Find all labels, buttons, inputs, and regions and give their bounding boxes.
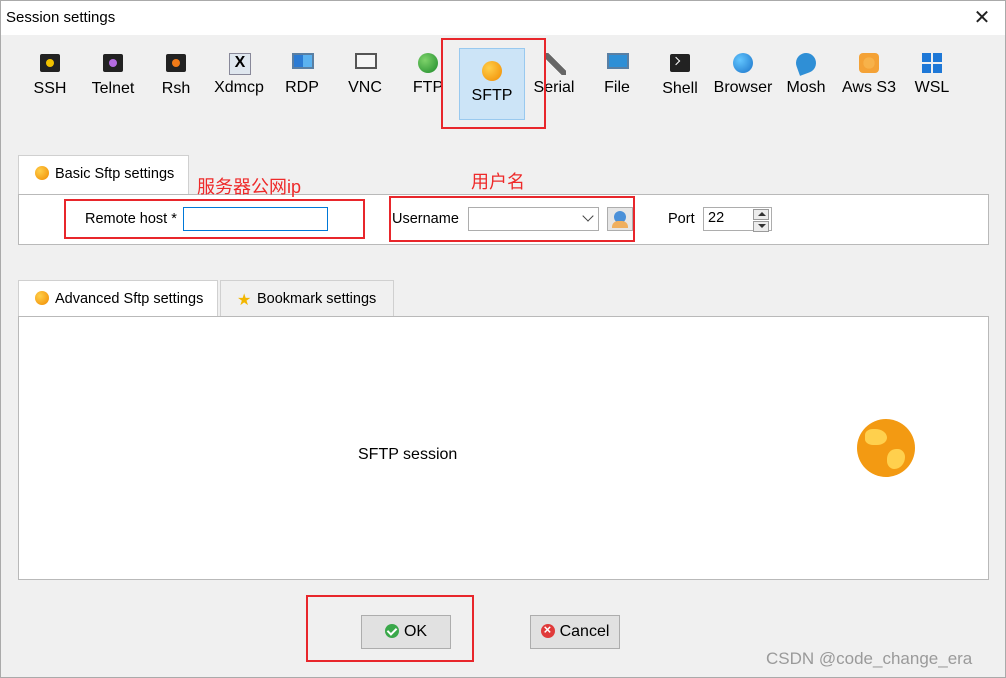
protocol-mosh[interactable]: Mosh [774, 50, 838, 97]
protocol-label: Telnet [91, 80, 135, 97]
protocol-file[interactable]: File [585, 53, 649, 97]
window-title: Session settings [6, 9, 116, 26]
port-value[interactable]: 22 [708, 210, 724, 226]
protocol-label: Aws S3 [842, 79, 896, 96]
tab-label: Basic Sftp settings [55, 166, 175, 182]
protocol-label: SSH [33, 80, 67, 97]
protocol-label: Mosh [786, 79, 826, 96]
protocol-vnc[interactable]: VNC [333, 53, 397, 97]
annotation-username: 用户名 [471, 172, 525, 192]
protocol-rdp[interactable]: RDP [270, 53, 334, 97]
sftp-icon [35, 291, 49, 305]
protocol-label: Browser [713, 79, 773, 96]
protocol-label: Xdmcp [214, 79, 264, 96]
wsl-icon [922, 53, 942, 73]
ftp-icon [418, 53, 438, 73]
mosh-icon [793, 50, 819, 76]
session-settings-window: Session settings ✕ SSH Telnet Rsh X Xdmc… [0, 0, 1006, 678]
protocol-label: WSL [914, 79, 950, 96]
remote-host-highlight-box [64, 199, 365, 239]
xdmcp-icon: X [229, 53, 251, 75]
sftp-icon [35, 166, 49, 180]
serial-icon [544, 53, 566, 75]
shell-icon [670, 54, 690, 74]
protocol-label: RDP [285, 79, 319, 96]
protocol-label: File [604, 79, 630, 96]
tab-label: Bookmark settings [257, 291, 377, 307]
protocol-label: VNC [348, 79, 382, 96]
annotation-server-ip: 服务器公网ip [197, 177, 302, 197]
protocol-telnet[interactable]: Telnet [81, 53, 145, 98]
protocol-shell[interactable]: Shell [648, 53, 712, 98]
sftp-highlight-box [441, 38, 546, 129]
protocol-ssh[interactable]: SSH [18, 53, 82, 98]
protocol-wsl[interactable]: WSL [900, 53, 964, 97]
spin-up-icon[interactable] [753, 209, 769, 220]
protocol-label: Rsh [161, 80, 191, 97]
port-label: Port [668, 211, 695, 227]
tab-bookmark-settings[interactable]: ★ Bookmark settings [220, 280, 394, 318]
tab-label: Advanced Sftp settings [55, 291, 204, 307]
session-panel: SFTP session [18, 316, 989, 580]
port-spinner[interactable]: 22 [703, 207, 772, 232]
tab-advanced-sftp-settings[interactable]: Advanced Sftp settings [18, 280, 219, 318]
sftp-globe-icon [857, 419, 915, 477]
file-icon [607, 53, 629, 73]
rsh-icon [166, 54, 186, 74]
protocol-aws-s3[interactable]: Aws S3 [837, 53, 901, 97]
protocol-xdmcp[interactable]: X Xdmcp [207, 53, 271, 97]
ssh-icon [40, 54, 60, 74]
ok-highlight-box [306, 595, 474, 662]
cancel-button[interactable]: Cancel [530, 615, 620, 649]
tab-basic-sftp-settings[interactable]: Basic Sftp settings [18, 155, 190, 195]
protocol-browser[interactable]: Browser [711, 53, 775, 97]
title-bar: Session settings ✕ [1, 1, 1005, 35]
cancel-label: Cancel [559, 623, 610, 640]
star-icon: ★ [237, 292, 252, 309]
close-icon[interactable]: ✕ [967, 4, 997, 32]
session-type-label: SFTP session [358, 446, 458, 463]
cancel-icon [540, 620, 555, 640]
vnc-icon [355, 53, 377, 73]
browser-icon [733, 53, 753, 73]
protocol-label: Shell [662, 80, 698, 97]
telnet-icon [103, 54, 123, 74]
aws-s3-icon [859, 53, 879, 73]
rdp-icon [292, 53, 314, 73]
spin-down-icon[interactable] [753, 221, 769, 232]
username-highlight-box [389, 196, 635, 242]
watermark: CSDN @code_change_era [766, 649, 973, 668]
protocol-rsh[interactable]: Rsh [144, 53, 208, 98]
